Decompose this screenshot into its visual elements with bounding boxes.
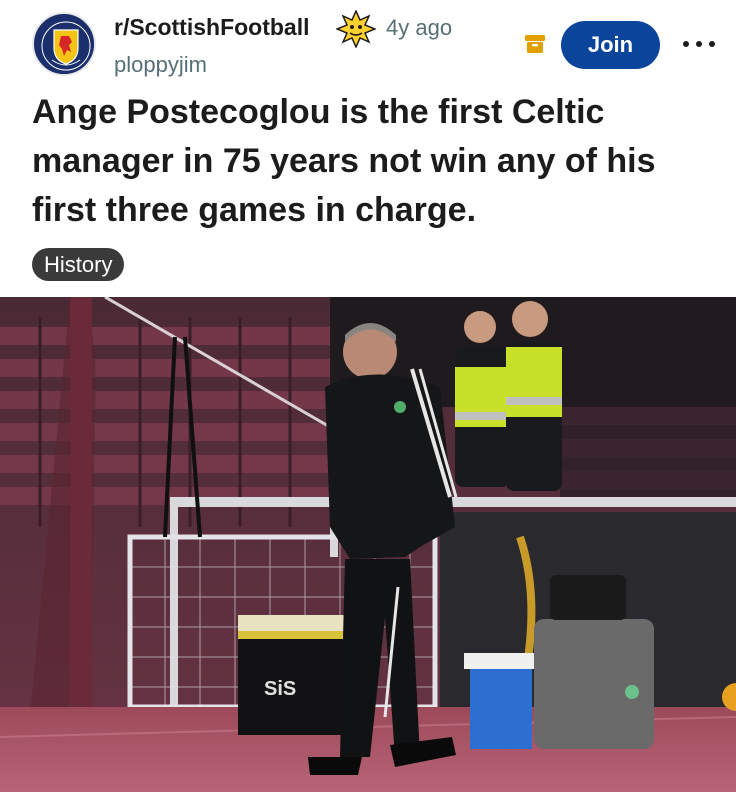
post-image[interactable]: SiS — [0, 297, 736, 792]
join-button[interactable]: Join — [561, 21, 660, 69]
post-flair[interactable]: History — [32, 248, 125, 281]
award-icon[interactable] — [336, 10, 376, 48]
post-photo: SiS — [0, 297, 736, 792]
post-author[interactable]: ploppyjim — [114, 52, 207, 78]
scotland-crest-icon — [36, 16, 94, 74]
subreddit-name[interactable]: r/ScottishFootball — [114, 14, 310, 41]
post-header: r/ScottishFootball 4y ago ploppyjim Join — [0, 0, 736, 92]
sponsor-logo-text: SiS — [264, 678, 296, 700]
post-title[interactable]: Ange Postecoglou is the first Celtic man… — [32, 88, 702, 235]
archive-icon — [525, 35, 545, 53]
subreddit-avatar[interactable] — [32, 12, 96, 76]
post-age: 4y ago — [386, 15, 453, 40]
more-options-icon[interactable] — [683, 32, 715, 56]
